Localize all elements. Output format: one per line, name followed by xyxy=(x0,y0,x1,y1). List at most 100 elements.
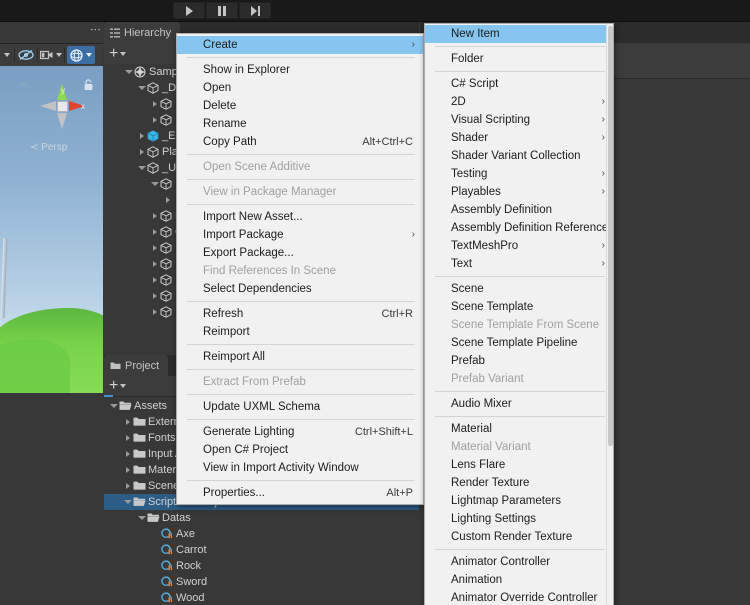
menu-item-reimport-all[interactable]: Reimport All xyxy=(177,348,423,366)
tab-hierarchy[interactable]: Hierarchy xyxy=(104,22,181,43)
expand-arrow-closed-icon[interactable] xyxy=(122,483,133,489)
gizmo-negative-x-axis[interactable] xyxy=(40,101,56,111)
expand-arrow-open-icon[interactable] xyxy=(149,182,160,186)
expand-arrow-open-icon[interactable] xyxy=(136,86,147,90)
project-add-dropdown-icon[interactable] xyxy=(120,384,127,388)
submenu-item-assembly-definition[interactable]: Assembly Definition xyxy=(425,201,613,219)
menu-item-delete[interactable]: Delete xyxy=(177,97,423,115)
expand-arrow-closed-icon[interactable] xyxy=(149,213,160,219)
menu-item-copy-path[interactable]: Copy Path Alt+Ctrl+C xyxy=(177,133,423,151)
expand-arrow-closed-icon[interactable] xyxy=(149,309,160,315)
expand-arrow-open-icon[interactable] xyxy=(136,166,147,170)
submenu-item-scene-template-pipeline[interactable]: Scene Template Pipeline xyxy=(425,334,613,352)
scene-projection-label[interactable]: ≺ Persp xyxy=(30,142,67,153)
expand-arrow-closed-icon[interactable] xyxy=(162,197,173,203)
menu-item-open-c-project[interactable]: Open C# Project xyxy=(177,441,423,459)
submenu-item-audio-mixer[interactable]: Audio Mixer xyxy=(425,395,613,413)
menu-item-open[interactable]: Open xyxy=(177,79,423,97)
menu-item-generate-lighting[interactable]: Generate Lighting Ctrl+Shift+L xyxy=(177,423,423,441)
scene-gizmo-toggle[interactable] xyxy=(67,46,95,64)
project-add-button[interactable]: + xyxy=(109,378,118,394)
scene-tool-dropdown-1[interactable] xyxy=(0,46,14,64)
hierarchy-add-dropdown-icon[interactable] xyxy=(120,51,127,56)
menu-item-refresh[interactable]: Refresh Ctrl+R xyxy=(177,305,423,323)
expand-arrow-open-icon[interactable] xyxy=(122,500,133,504)
gameobject-icon xyxy=(160,290,172,302)
expand-arrow-open-icon[interactable] xyxy=(123,70,134,74)
submenu-item-shader[interactable]: Shader › xyxy=(425,129,613,147)
create-submenu[interactable]: New Item Folder C# Script 2D › Visual Scripti… xyxy=(424,23,614,605)
expand-arrow-closed-icon[interactable] xyxy=(149,277,160,283)
submenu-item-scene-template[interactable]: Scene Template xyxy=(425,298,613,316)
submenu-item-textmeshpro[interactable]: TextMeshPro › xyxy=(425,237,613,255)
pause-button[interactable] xyxy=(206,2,238,19)
expand-arrow-closed-icon[interactable] xyxy=(122,467,133,473)
submenu-item-2d[interactable]: 2D › xyxy=(425,93,613,111)
submenu-item-new-item[interactable]: New Item xyxy=(425,25,613,43)
menu-item-properties[interactable]: Properties... Alt+P xyxy=(177,484,423,502)
tree-row[interactable]: Wood xyxy=(104,590,419,605)
gizmo-center[interactable] xyxy=(57,101,68,112)
menu-item-create[interactable]: Create › xyxy=(177,36,423,54)
menu-item-show-in-explorer[interactable]: Show in Explorer xyxy=(177,61,423,79)
tree-row[interactable]: Carrot xyxy=(104,542,419,558)
tree-row[interactable]: Datas xyxy=(104,510,419,526)
menu-item-rename[interactable]: Rename xyxy=(177,115,423,133)
step-button[interactable] xyxy=(239,2,271,19)
tree-row[interactable]: Axe xyxy=(104,526,419,542)
submenu-item-animator-controller[interactable]: Animator Controller xyxy=(425,553,613,571)
project-context-menu[interactable]: Create › Show in Explorer Open Delete Rename C… xyxy=(176,33,424,505)
expand-arrow-closed-icon[interactable] xyxy=(136,149,147,155)
expand-arrow-open-icon[interactable] xyxy=(108,404,119,408)
expand-arrow-closed-icon[interactable] xyxy=(149,117,160,123)
submenu-item-playables[interactable]: Playables › xyxy=(425,183,613,201)
expand-arrow-closed-icon[interactable] xyxy=(136,133,147,139)
submenu-item-custom-render-texture[interactable]: Custom Render Texture xyxy=(425,528,613,546)
expand-arrow-closed-icon[interactable] xyxy=(149,261,160,267)
tree-row[interactable]: Rock xyxy=(104,558,419,574)
submenu-item-text[interactable]: Text › xyxy=(425,255,613,273)
hierarchy-add-button[interactable]: + xyxy=(109,45,118,61)
scene-options-kebab-icon[interactable]: ⋮ xyxy=(89,24,101,35)
submenu-item-animation[interactable]: Animation xyxy=(425,571,613,589)
submenu-item-material[interactable]: Material xyxy=(425,420,613,438)
submenu-item-c-script[interactable]: C# Script xyxy=(425,75,613,93)
menu-item-select-dependencies[interactable]: Select Dependencies xyxy=(177,280,423,298)
submenu-scrollbar[interactable] xyxy=(606,24,613,605)
submenu-item-lightmap-parameters[interactable]: Lightmap Parameters xyxy=(425,492,613,510)
submenu-item-testing[interactable]: Testing › xyxy=(425,165,613,183)
expand-arrow-closed-icon[interactable] xyxy=(122,451,133,457)
expand-arrow-closed-icon[interactable] xyxy=(122,435,133,441)
menu-item-import-package[interactable]: Import Package › xyxy=(177,226,423,244)
submenu-item-lighting-settings[interactable]: Lighting Settings xyxy=(425,510,613,528)
expand-arrow-closed-icon[interactable] xyxy=(149,245,160,251)
submenu-item-folder[interactable]: Folder xyxy=(425,50,613,68)
gizmo-negative-y-axis[interactable] xyxy=(57,113,67,129)
expand-arrow-open-icon[interactable] xyxy=(136,516,147,520)
menu-item-update-uxml-schema[interactable]: Update UXML Schema xyxy=(177,398,423,416)
menu-item-export-package[interactable]: Export Package... xyxy=(177,244,423,262)
scene-orientation-gizmo[interactable]: y x xyxy=(40,84,86,130)
submenu-scrollbar-thumb[interactable] xyxy=(608,26,613,446)
scene-viewport[interactable]: ━ y x ≺ Persp xyxy=(0,66,103,393)
submenu-item-prefab[interactable]: Prefab xyxy=(425,352,613,370)
expand-arrow-closed-icon[interactable] xyxy=(122,419,133,425)
tree-row[interactable]: Sword xyxy=(104,574,419,590)
expand-arrow-closed-icon[interactable] xyxy=(149,101,160,107)
scene-visibility-icon[interactable] xyxy=(15,46,37,64)
submenu-item-shader-variant-collection[interactable]: Shader Variant Collection xyxy=(425,147,613,165)
submenu-item-animator-override-controller[interactable]: Animator Override Controller xyxy=(425,589,613,605)
submenu-item-visual-scripting[interactable]: Visual Scripting › xyxy=(425,111,613,129)
menu-item-view-in-import-activity-window[interactable]: View in Import Activity Window xyxy=(177,459,423,477)
scene-camera-button[interactable] xyxy=(38,46,64,64)
menu-item-import-new-asset[interactable]: Import New Asset... xyxy=(177,208,423,226)
play-button[interactable] xyxy=(173,2,205,19)
submenu-item-scene[interactable]: Scene xyxy=(425,280,613,298)
tab-project[interactable]: Project xyxy=(104,355,169,376)
expand-arrow-closed-icon[interactable] xyxy=(149,293,160,299)
menu-item-reimport[interactable]: Reimport xyxy=(177,323,423,341)
submenu-item-lens-flare[interactable]: Lens Flare xyxy=(425,456,613,474)
submenu-item-assembly-definition-reference[interactable]: Assembly Definition Reference xyxy=(425,219,613,237)
expand-arrow-closed-icon[interactable] xyxy=(149,229,160,235)
submenu-item-render-texture[interactable]: Render Texture xyxy=(425,474,613,492)
